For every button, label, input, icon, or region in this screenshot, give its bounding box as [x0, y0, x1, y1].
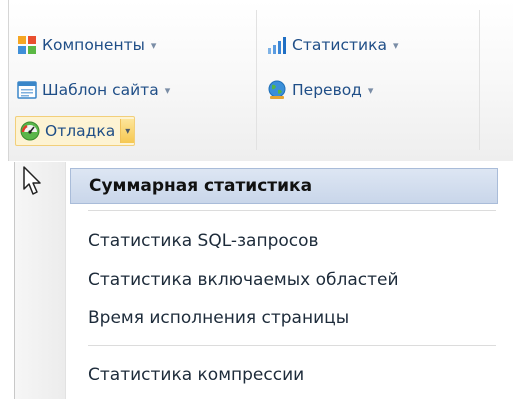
menu-divider [88, 345, 496, 346]
menu-item-include-areas-statistics[interactable]: Статистика включаемых областей [70, 262, 498, 298]
menu-item-page-execution-time[interactable]: Время исполнения страницы [70, 300, 498, 336]
menu-item-label: Статистика включаемых областей [88, 270, 399, 290]
debug-gauge-icon [20, 121, 40, 141]
toolbar-separator [479, 10, 480, 150]
chevron-down-icon: ▾ [392, 38, 399, 52]
statistics-label: Статистика [292, 36, 387, 54]
mouse-cursor-icon [23, 166, 41, 195]
components-label: Компоненты [42, 36, 145, 54]
menu-item-label: Время исполнения страницы [88, 308, 350, 328]
menu-item-label: Статистика компрессии [88, 365, 305, 385]
debug-label: Отладка [45, 122, 116, 140]
chevron-down-icon: ▾ [150, 38, 157, 52]
menu-item-compression-statistics[interactable]: Статистика компрессии [70, 357, 498, 393]
statistics-chart-icon [268, 37, 286, 54]
toolbar-separator [256, 10, 257, 150]
dropdown-icon-column [14, 162, 66, 399]
chevron-down-icon: ▾ [367, 83, 374, 97]
site-template-button[interactable]: Шаблон сайта ▾ [17, 77, 170, 103]
translation-button[interactable]: Перевод ▾ [267, 77, 373, 103]
site-template-label: Шаблон сайта [42, 81, 159, 99]
menu-divider [88, 210, 496, 211]
statistics-button[interactable]: Статистика ▾ [267, 32, 398, 58]
chevron-down-icon: ▾ [164, 83, 171, 97]
site-template-icon [17, 81, 37, 99]
components-icon [18, 36, 36, 54]
chevron-down-icon[interactable]: ▾ [120, 119, 135, 143]
components-button[interactable]: Компоненты ▾ [17, 32, 156, 58]
translation-label: Перевод [292, 81, 362, 99]
menu-item-label: Статистика SQL-запросов [88, 231, 319, 251]
menu-item-summary-statistics[interactable]: Суммарная статистика [70, 168, 498, 204]
menu-item-sql-statistics[interactable]: Статистика SQL-запросов [70, 223, 498, 259]
debug-button[interactable]: Отладка ▾ [15, 116, 136, 146]
menu-item-label: Суммарная статистика [89, 176, 313, 196]
translation-globe-icon [268, 80, 286, 99]
